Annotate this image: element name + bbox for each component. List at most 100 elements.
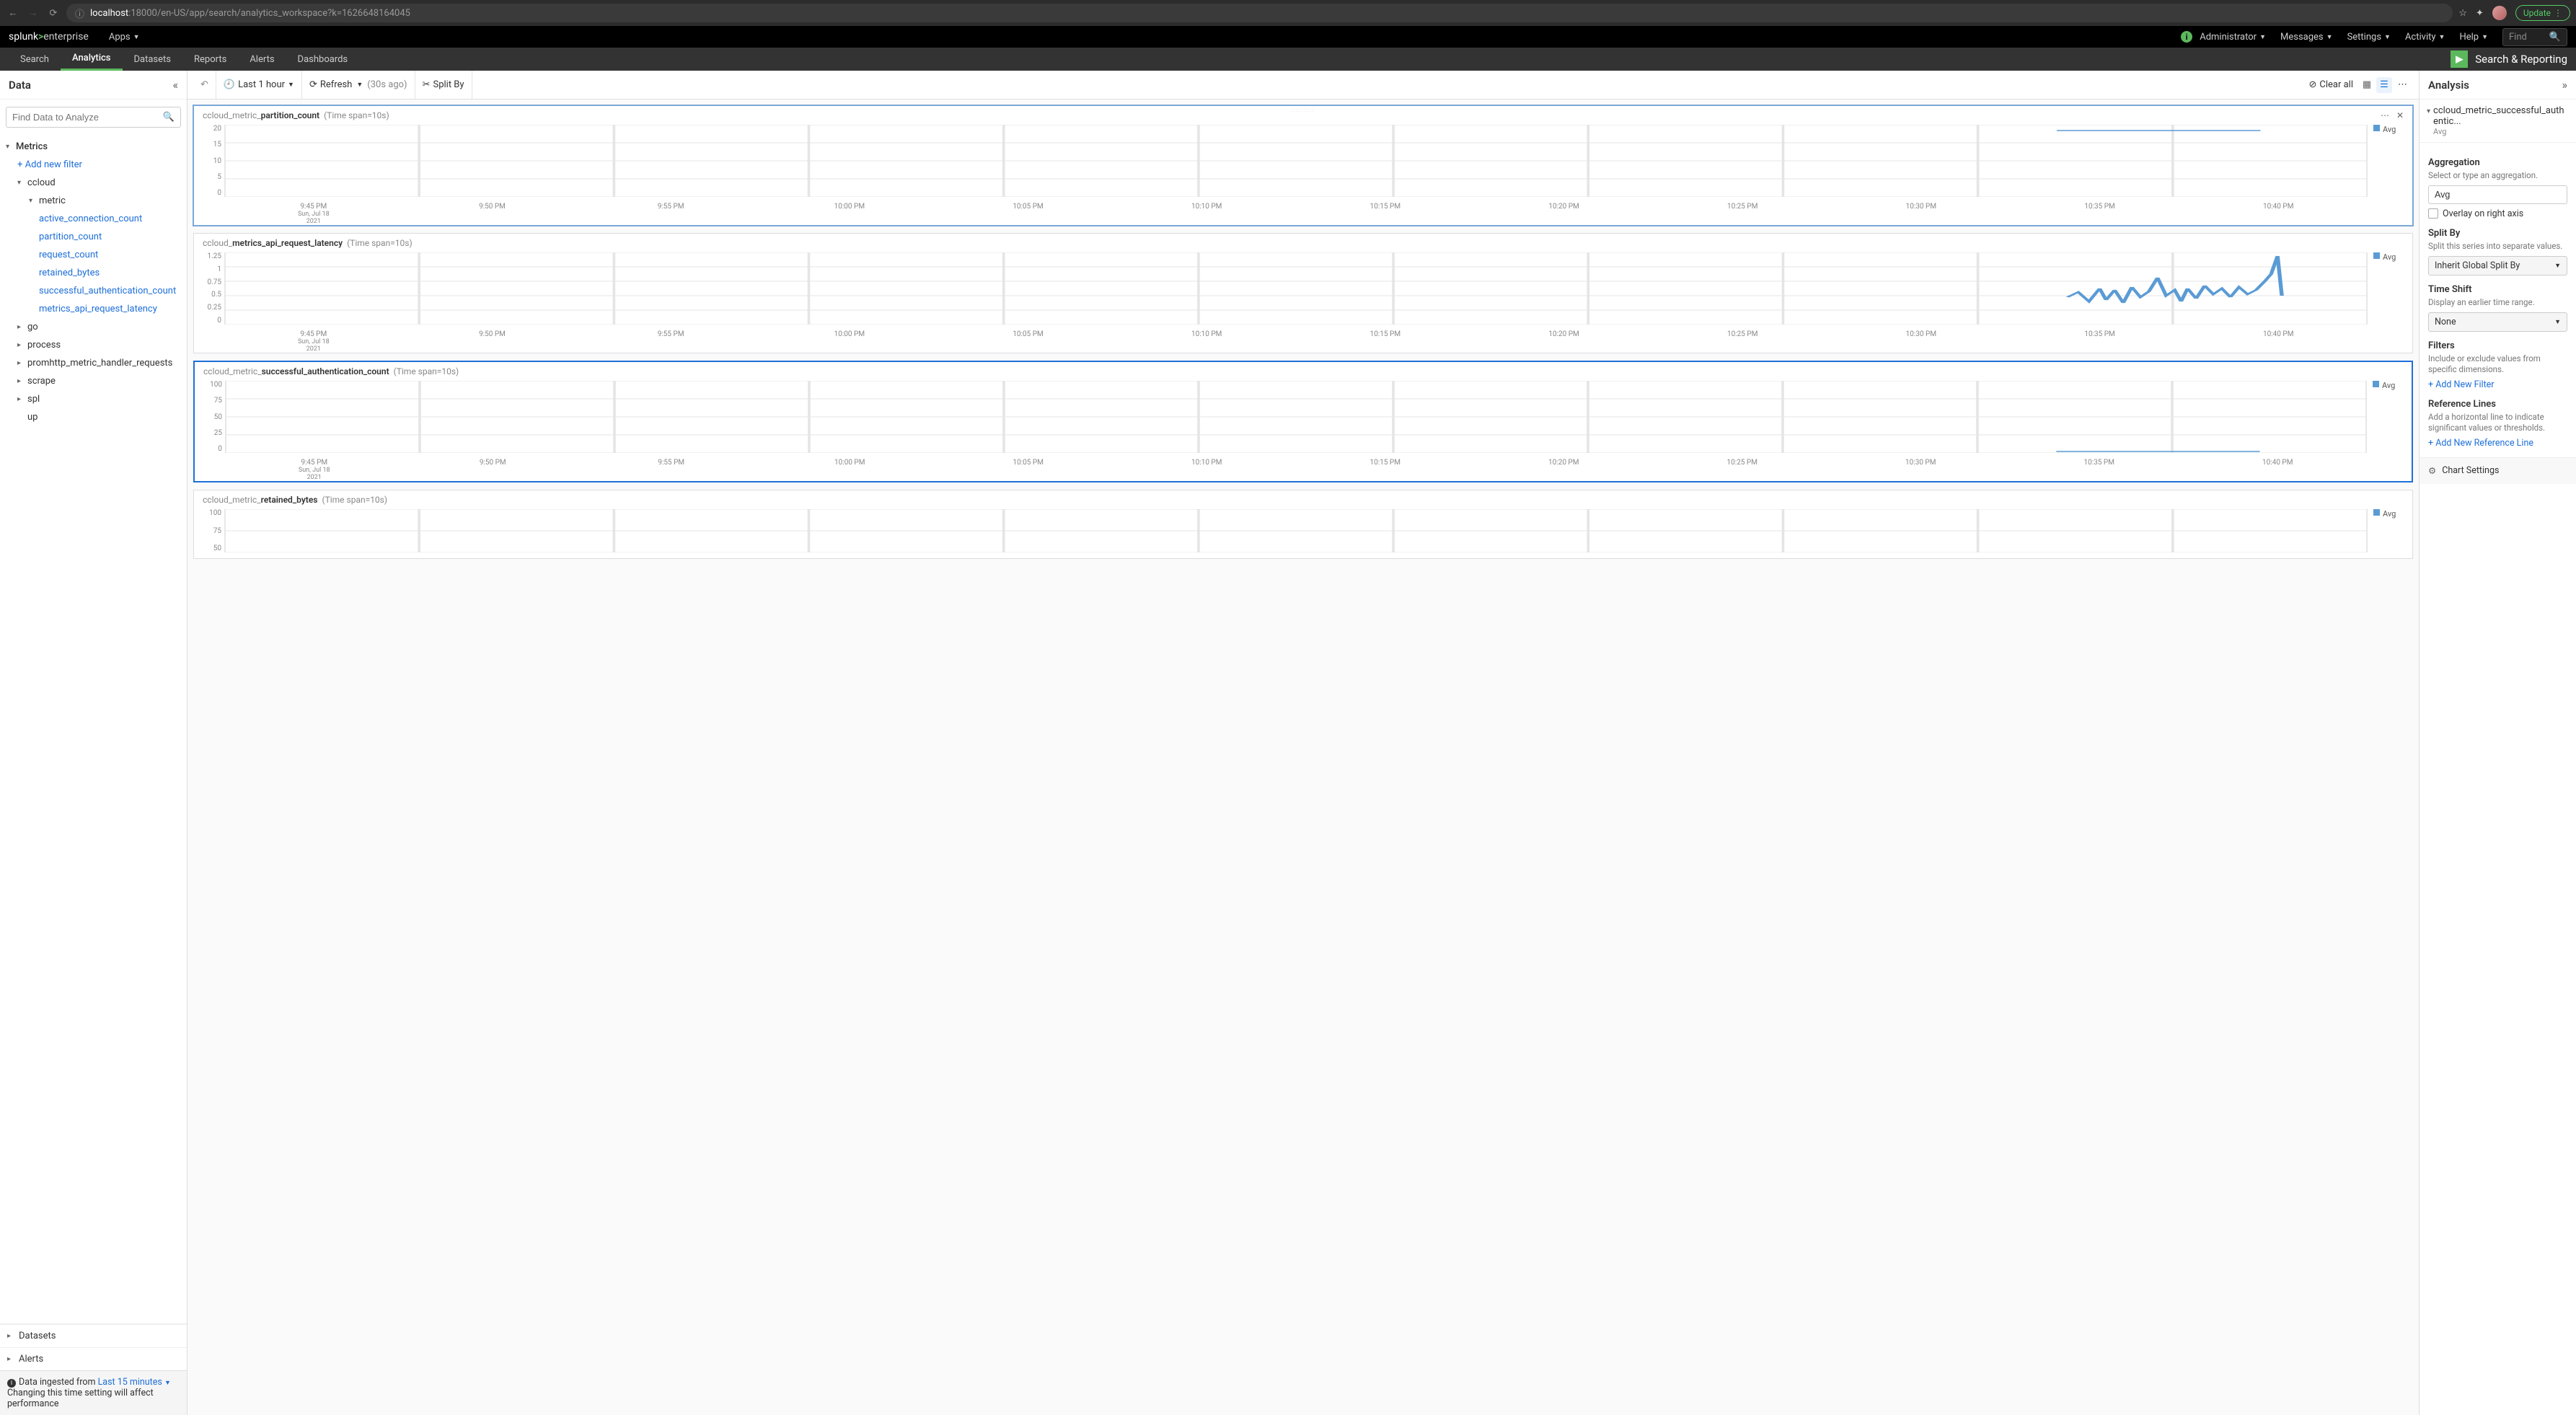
- chart-more-icon[interactable]: ⋯: [2381, 110, 2389, 120]
- grid-view-icon[interactable]: ▦: [2359, 77, 2375, 93]
- refresh-button[interactable]: ⟳Refresh: [309, 79, 352, 90]
- chart-card-retained_bytes[interactable]: ccloud_metric_retained_bytes (Time span=…: [193, 490, 2413, 559]
- nav-tab-datasets[interactable]: Datasets: [123, 48, 183, 71]
- help-menu[interactable]: Help▼: [2459, 32, 2488, 43]
- list-view-icon[interactable]: ☰: [2376, 77, 2392, 93]
- reference-section: Reference Lines Add a horizontal line to…: [2428, 399, 2567, 449]
- chart-body: 1007550 Avg: [194, 509, 2412, 558]
- data-search-input[interactable]: [12, 112, 163, 123]
- timeshift-select[interactable]: None▼: [2428, 312, 2567, 332]
- plot-area[interactable]: [224, 252, 2368, 325]
- info-badge-icon[interactable]: i: [2181, 31, 2192, 43]
- right-panel: Analysis » ▾ ccloud_metric_successful_au…: [2419, 71, 2576, 1415]
- splitby-button[interactable]: ✂Split By: [423, 79, 464, 90]
- undo-icon[interactable]: ↶: [200, 79, 208, 90]
- clear-all-button[interactable]: ⊘Clear all: [2308, 79, 2353, 90]
- add-reference-link[interactable]: + Add New Reference Line: [2428, 438, 2567, 449]
- legend-swatch: [2373, 381, 2379, 387]
- plot-area[interactable]: [225, 381, 2367, 453]
- ingest-time-link[interactable]: Last 15 minutes ▼: [98, 1377, 171, 1388]
- tree-metrics[interactable]: ▾Metrics: [0, 138, 187, 156]
- bookmark-icon[interactable]: ☆: [2458, 8, 2467, 19]
- overlay-checkbox[interactable]: [2428, 208, 2438, 219]
- tree-item-request_count[interactable]: request_count: [0, 246, 187, 264]
- time-picker[interactable]: 🕘Last 1 hour▼: [224, 79, 294, 90]
- expand-right-icon[interactable]: »: [2562, 78, 2568, 92]
- site-info-icon[interactable]: ⓘ: [75, 6, 84, 20]
- tree-item-retained_bytes[interactable]: retained_bytes: [0, 264, 187, 282]
- data-search-box[interactable]: 🔍: [6, 107, 181, 128]
- tree-item-go[interactable]: ▸go: [0, 318, 187, 336]
- clock-icon: 🕘: [224, 79, 235, 90]
- tree-item-partition_count[interactable]: partition_count: [0, 228, 187, 246]
- app-icon: ▶: [2451, 50, 2468, 68]
- tree-item-successful_authentication_count[interactable]: successful_authentication_count: [0, 282, 187, 300]
- refresh-menu[interactable]: ▼: [356, 81, 363, 89]
- chart-header: ccloud_metric_successful_authentication_…: [195, 362, 2412, 381]
- nav-tab-reports[interactable]: Reports: [182, 48, 238, 71]
- tree-item-spl[interactable]: ▸spl: [0, 390, 187, 408]
- x-axis: 9:45 PMSun, Jul 1820219:50 PM9:55 PM10:0…: [195, 459, 2412, 481]
- center-panel: ↶ 🕘Last 1 hour▼ ⟳Refresh ▼ (30s ago) ✂Sp…: [188, 71, 2419, 1415]
- chevron-down-icon: ▾: [2427, 105, 2430, 115]
- y-axis: 20151050: [203, 125, 224, 197]
- splitby-select[interactable]: Inherit Global Split By▼: [2428, 256, 2567, 275]
- legend-swatch: [2373, 125, 2380, 131]
- chart-body: 20151050 Avg: [194, 125, 2412, 203]
- plot-area[interactable]: [224, 509, 2368, 552]
- analysis-body: Aggregation Select or type an aggregatio…: [2420, 143, 2576, 484]
- x-axis: 9:45 PMSun, Jul 1820219:50 PM9:55 PM10:0…: [194, 203, 2412, 225]
- add-filter-link[interactable]: + Add new filter: [0, 156, 187, 174]
- browser-reload-icon[interactable]: ⟳: [46, 8, 61, 19]
- find-input[interactable]: Find🔍: [2502, 28, 2567, 46]
- browser-update-button[interactable]: Update⋮: [2515, 5, 2570, 21]
- activity-menu[interactable]: Activity▼: [2405, 32, 2445, 43]
- tree-metric[interactable]: ▾metric: [0, 192, 187, 210]
- y-axis: 1007550250: [203, 381, 225, 453]
- nav-tab-dashboards[interactable]: Dashboards: [286, 48, 360, 71]
- plot-area[interactable]: [224, 125, 2368, 197]
- browser-chrome: ← → ⟳ ⓘ localhost:18000/en-US/app/search…: [0, 0, 2576, 26]
- tree-item-active_connection_count[interactable]: active_connection_count: [0, 210, 187, 228]
- tree-metrics-api[interactable]: metrics_api_request_latency: [0, 300, 187, 318]
- chart-settings-button[interactable]: ⚙ Chart Settings: [2420, 457, 2576, 484]
- nav-tab-alerts[interactable]: Alerts: [238, 48, 286, 71]
- tree-item-promhttp_metric_handler_requests[interactable]: ▸promhttp_metric_handler_requests: [0, 354, 187, 372]
- extensions-icon[interactable]: ✦: [2476, 8, 2484, 19]
- datasets-section[interactable]: ▸Datasets: [0, 1324, 187, 1347]
- splunk-logo[interactable]: splunk>enterprise: [9, 31, 89, 43]
- apps-menu[interactable]: Apps▼: [109, 32, 140, 43]
- chart-legend: Avg: [2368, 509, 2404, 552]
- data-tree: ▾Metrics + Add new filter ▾ccloud ▾metri…: [0, 135, 187, 1323]
- chart-card-metrics_api_request_latency[interactable]: ccloud_metrics_api_request_latency (Time…: [193, 233, 2413, 353]
- analysis-metric-row[interactable]: ▾ ccloud_metric_successful_authentic... …: [2420, 100, 2576, 143]
- more-icon[interactable]: ⋯: [2398, 79, 2407, 90]
- right-panel-title: Analysis: [2428, 79, 2469, 92]
- tree-item-scrape[interactable]: ▸scrape: [0, 372, 187, 390]
- aggregation-input[interactable]: [2428, 185, 2567, 204]
- overlay-checkbox-row[interactable]: Overlay on right axis: [2428, 208, 2567, 219]
- settings-menu[interactable]: Settings▼: [2347, 32, 2391, 43]
- chart-card-partition_count[interactable]: ::::::::: ccloud_metric_partition_count …: [193, 105, 2413, 226]
- timeshift-section: Time Shift Display an earlier time range…: [2428, 284, 2567, 332]
- tree-item-up[interactable]: up: [0, 408, 187, 426]
- profile-avatar[interactable]: [2492, 6, 2507, 20]
- chart-close-icon[interactable]: ✕: [2396, 110, 2404, 120]
- data-ingest-info: iData ingested from Last 15 minutes ▼ Ch…: [0, 1370, 187, 1415]
- analysis-metric-sub: Avg: [2433, 127, 2569, 136]
- nav-tab-search[interactable]: Search: [9, 48, 61, 71]
- nav-tab-analytics[interactable]: Analytics: [61, 48, 123, 71]
- tree-ccloud[interactable]: ▾ccloud: [0, 174, 187, 192]
- tree-item-process[interactable]: ▸process: [0, 336, 187, 354]
- browser-back-icon[interactable]: ←: [6, 7, 20, 19]
- messages-menu[interactable]: Messages▼: [2280, 32, 2333, 43]
- alerts-section[interactable]: ▸Alerts: [0, 1347, 187, 1370]
- collapse-left-icon[interactable]: «: [172, 78, 178, 92]
- chart-legend: Avg: [2367, 381, 2403, 453]
- drag-handle-icon[interactable]: :::::::::: [1291, 107, 1315, 113]
- administrator-menu[interactable]: Administrator▼: [2200, 32, 2266, 43]
- x-axis: 9:45 PMSun, Jul 1820219:50 PM9:55 PM10:0…: [194, 330, 2412, 353]
- add-filter-link[interactable]: + Add New Filter: [2428, 379, 2567, 390]
- url-bar[interactable]: ⓘ localhost:18000/en-US/app/search/analy…: [66, 4, 2453, 22]
- chart-card-successful_authentication_count[interactable]: ccloud_metric_successful_authentication_…: [193, 361, 2413, 482]
